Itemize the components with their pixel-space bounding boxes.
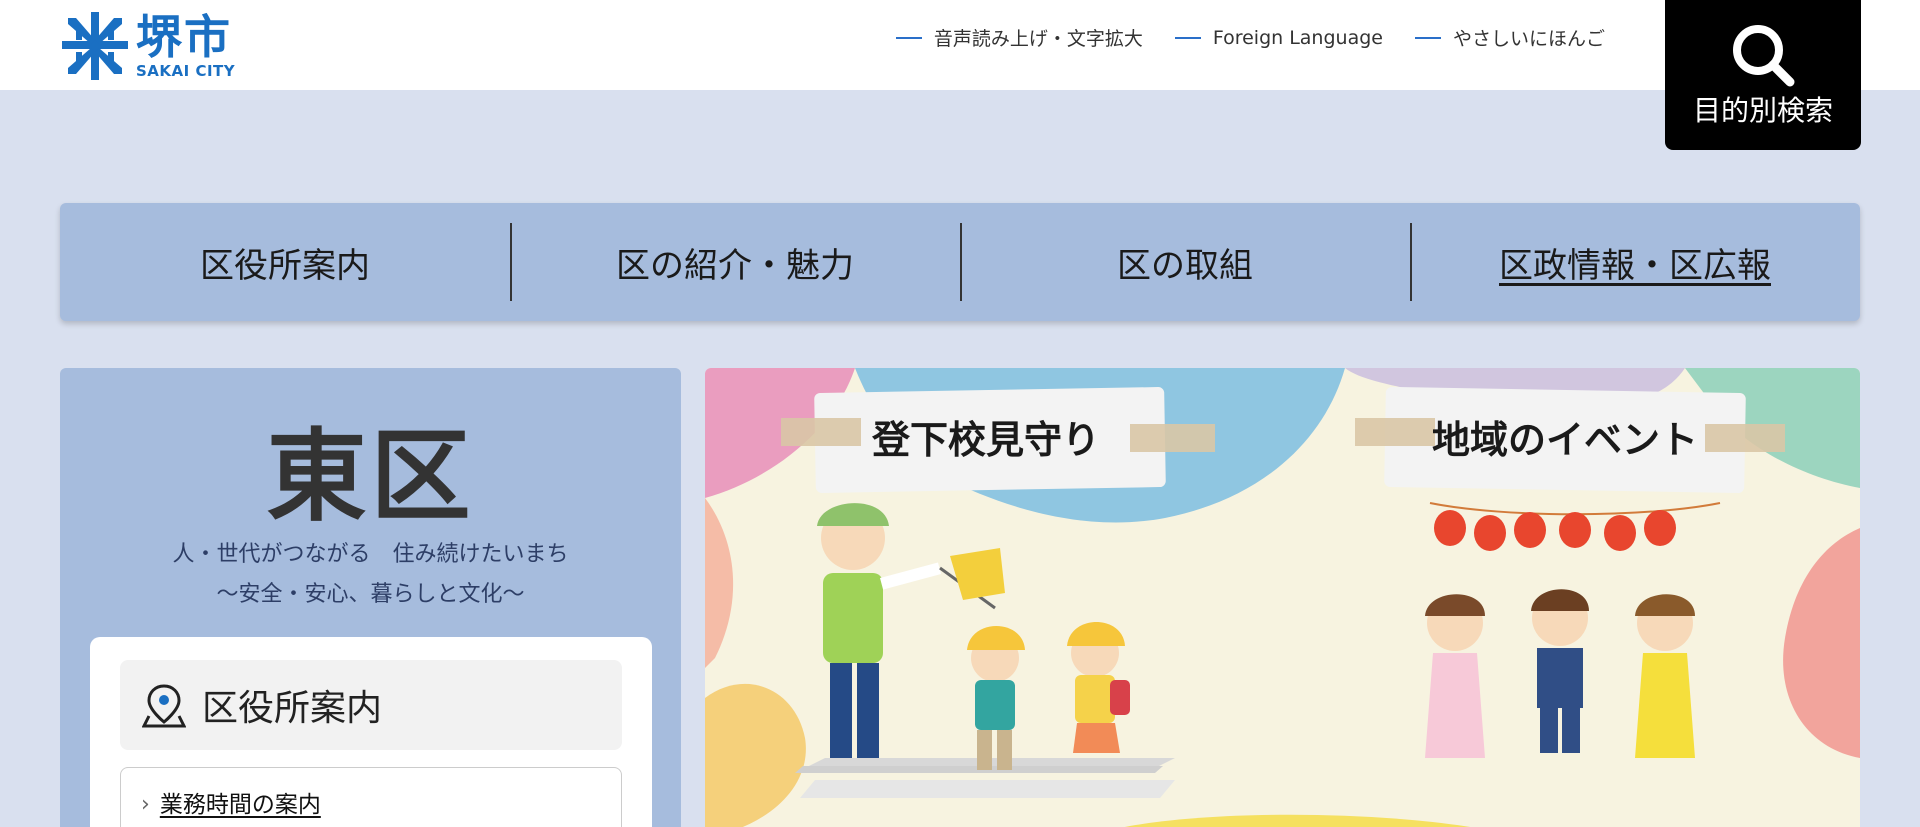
kid-yellow-yukata <box>1635 594 1695 758</box>
nav-label: 区役所案内 <box>200 245 370 286</box>
kid-pink-yukata <box>1425 594 1485 758</box>
bg-blob-salmon <box>705 498 734 668</box>
link-label: やさしいにほんご <box>1452 28 1605 50</box>
card-title: 区役所案内 <box>202 688 383 729</box>
bottom-banner-shape <box>1124 814 1471 827</box>
nav-item-initiatives[interactable]: 区の取組 <box>960 203 1410 321</box>
nav-label: 区の取組 <box>1117 245 1253 286</box>
card-heading: 区役所案内 <box>120 660 622 750</box>
purpose-search-button[interactable]: 目的別検索 <box>1665 0 1861 150</box>
tagline-line-1: 人・世代がつながる 住み続けたいまち <box>172 542 569 567</box>
link-label: Foreign Language <box>1212 26 1383 49</box>
link-label: 業務時間の案内 <box>159 792 321 818</box>
banner-label-left: 登下校見守り <box>871 418 1100 462</box>
link-foreign-language[interactable]: Foreign Language <box>1174 24 1383 51</box>
office-guide-card: 区役所案内 › 業務時間の案内 <box>90 637 652 827</box>
chevron-right-icon: › <box>141 792 150 817</box>
tagline-line-2: ～安全・安心、暮らしと文化～ <box>216 582 525 607</box>
dash-icon <box>1174 36 1201 39</box>
sakai-emblem-icon <box>62 12 128 80</box>
search-label: 目的別検索 <box>1692 94 1833 127</box>
nav-label: 区政情報・区広報 <box>1499 245 1771 286</box>
nav-item-introduction[interactable]: 区の紹介・魅力 <box>510 203 960 321</box>
main-nav: 区役所案内 区の紹介・魅力 区の取組 区政情報・区広報 <box>60 203 1860 321</box>
utility-links: 音声読み上げ・文字拡大 Foreign Language やさしいにほんご <box>895 24 1605 51</box>
child-left <box>967 626 1025 770</box>
nav-item-office-guide[interactable]: 区役所案内 <box>60 203 510 321</box>
logo-text: 堺市 <box>136 10 232 64</box>
banner-label-right: 地域のイベント <box>1432 418 1698 462</box>
link-label: 音声読み上げ・文字拡大 <box>933 28 1143 50</box>
link-business-hours[interactable]: › 業務時間の案内 <box>120 767 622 827</box>
nav-item-administration[interactable]: 区政情報・区広報 <box>1410 203 1860 321</box>
ward-title: 東区 <box>266 418 475 535</box>
bg-blob-yellow <box>705 683 806 827</box>
banner-illustration: 登下校見守り 地域のイベント <box>705 368 1860 827</box>
child-right <box>1067 622 1130 753</box>
logo-subtext: SAKAI CITY <box>136 62 236 80</box>
site-header: 堺市 SAKAI CITY 音声読み上げ・文字拡大 Foreign Langua… <box>0 0 1920 90</box>
dash-icon <box>1414 36 1441 39</box>
lantern-string <box>1429 502 1721 551</box>
board-right: 地域のイベント <box>1355 386 1785 494</box>
board-left: 登下校見守り <box>781 387 1215 493</box>
link-accessibility[interactable]: 音声読み上げ・文字拡大 <box>895 24 1143 51</box>
kid-blue-jinbei <box>1531 589 1589 753</box>
sakai-city-logo[interactable]: 堺市 SAKAI CITY <box>62 10 262 82</box>
nav-label: 区の紹介・魅力 <box>616 245 854 286</box>
search-icon <box>1733 25 1795 87</box>
link-easy-japanese[interactable]: やさしいにほんご <box>1414 24 1605 51</box>
hero-banner[interactable]: 登下校見守り 地域のイベント <box>705 368 1860 827</box>
map-pin-icon <box>142 684 186 728</box>
bg-blob-red <box>1783 528 1860 758</box>
dash-icon <box>895 36 922 39</box>
